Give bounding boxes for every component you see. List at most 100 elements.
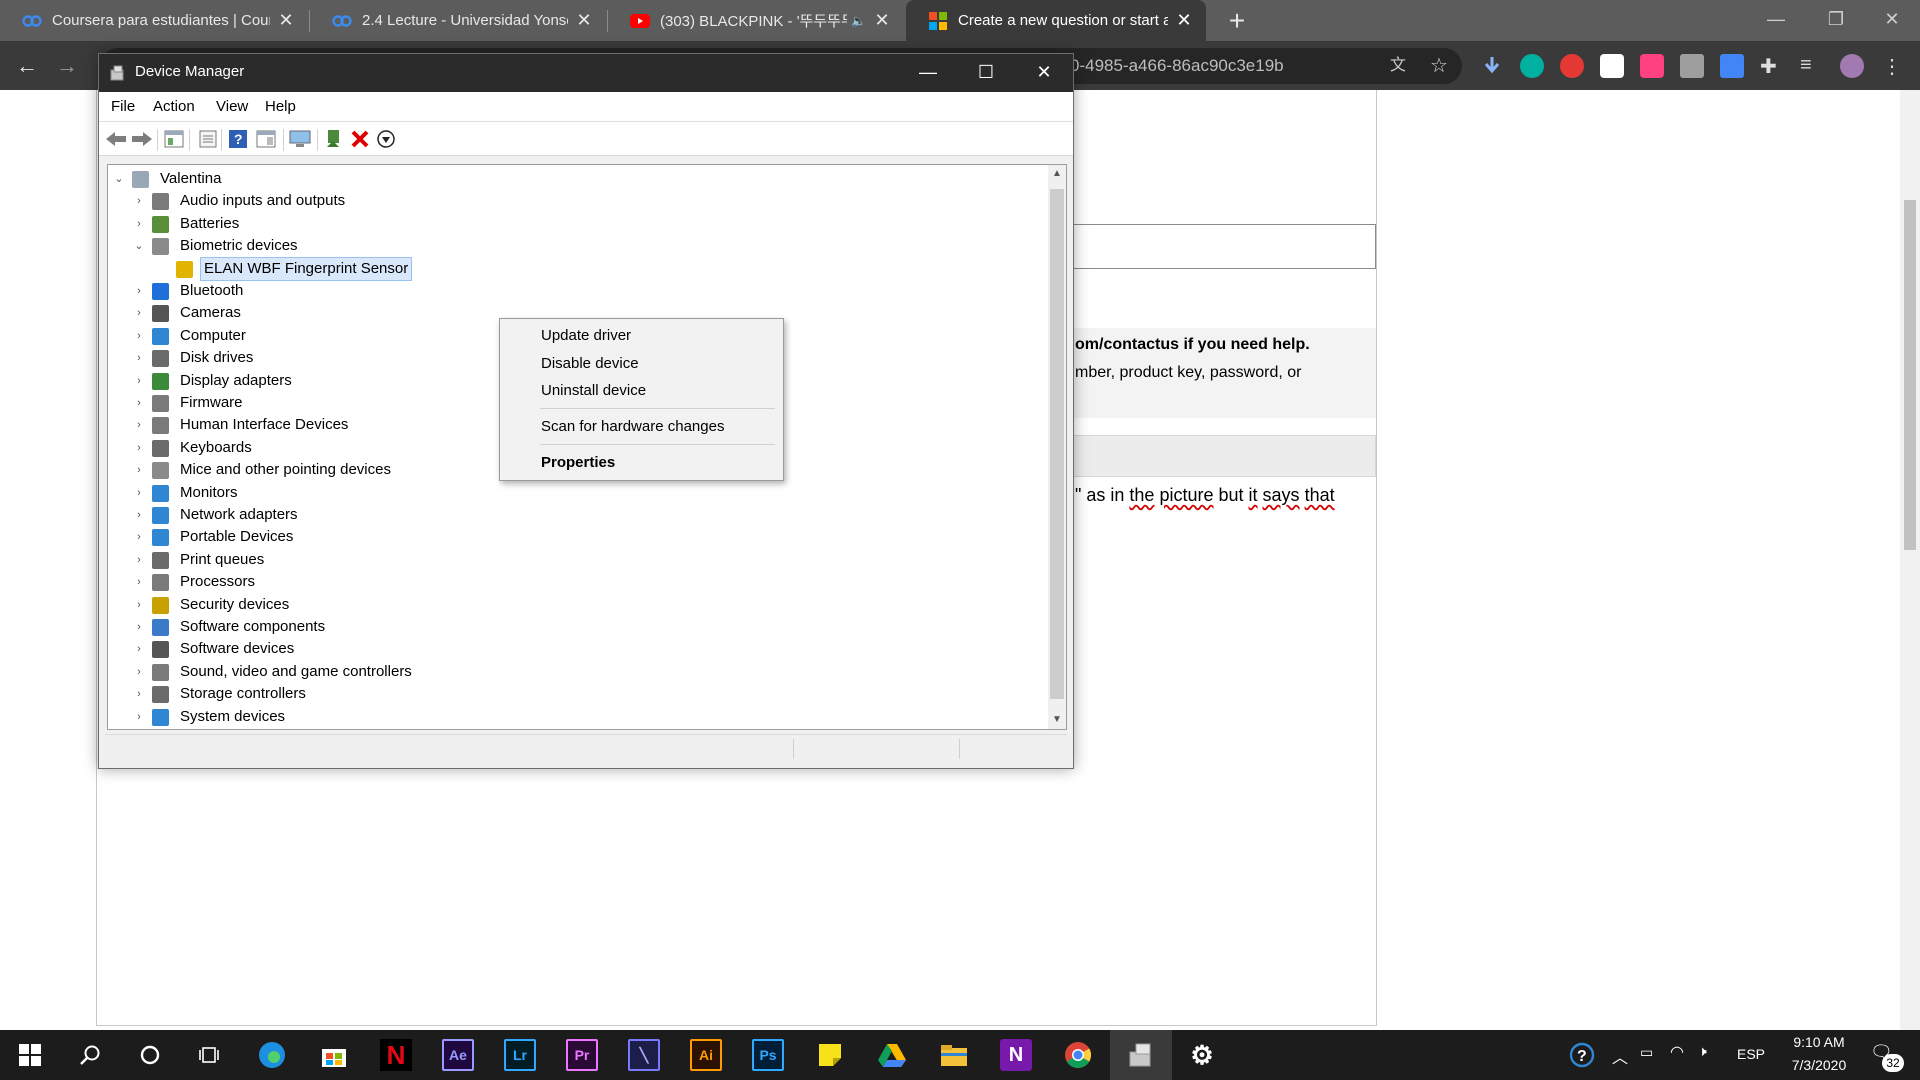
expand-chevron-icon[interactable]: ›	[132, 213, 146, 235]
expand-chevron-icon[interactable]: ›	[132, 549, 146, 571]
tree-scrollbar-thumb[interactable]	[1050, 189, 1064, 699]
chrome-icon[interactable]	[1062, 1039, 1094, 1071]
google-translate-icon[interactable]	[1720, 54, 1744, 78]
edge-icon[interactable]	[256, 1039, 288, 1071]
adblock-icon[interactable]	[1560, 54, 1584, 78]
menu-uninstall-device[interactable]: Uninstall device	[500, 378, 783, 404]
translate-icon[interactable]: 文	[1390, 48, 1406, 84]
expand-chevron-icon[interactable]: ›	[132, 302, 146, 324]
collapse-chevron-icon[interactable]: ⌄	[132, 235, 146, 257]
expand-chevron-icon[interactable]: ›	[132, 526, 146, 548]
browser-tab-1[interactable]: Coursera para estudiantes | Cour ✕	[0, 0, 308, 41]
bookmark-star-icon[interactable]: ☆	[1430, 48, 1448, 84]
scroll-down-icon[interactable]: ▼	[1048, 711, 1066, 729]
extensions-puzzle-icon[interactable]: ✚	[1760, 54, 1784, 78]
expand-chevron-icon[interactable]: ›	[132, 437, 146, 459]
expand-chevron-icon[interactable]: ›	[132, 661, 146, 683]
tree-category[interactable]: › Processors	[108, 571, 1048, 593]
back-button[interactable]: ←	[10, 49, 44, 83]
drive-extension-icon[interactable]	[1680, 54, 1704, 78]
extension-m-icon[interactable]	[1520, 54, 1544, 78]
show-hide-tree-icon[interactable]	[163, 128, 185, 150]
expand-chevron-icon[interactable]: ›	[132, 706, 146, 728]
tree-category[interactable]: › Software components	[108, 616, 1048, 638]
menu-scan-hardware[interactable]: Scan for hardware changes	[500, 414, 783, 440]
expand-chevron-icon[interactable]: ›	[132, 482, 146, 504]
browser-tab-3[interactable]: (303) BLACKPINK - '뚜두뚜두 🔈 ✕	[608, 0, 904, 41]
battery-tray-icon[interactable]: ▭	[1640, 1044, 1653, 1061]
tree-category[interactable]: › Security devices	[108, 594, 1048, 616]
expand-chevron-icon[interactable]: ›	[132, 638, 146, 660]
illustrator-icon[interactable]: Ai	[690, 1039, 722, 1071]
browser-minimize-button[interactable]: —	[1746, 0, 1806, 41]
menu-disable-device[interactable]: Disable device	[500, 351, 783, 377]
menu-help[interactable]: Help	[265, 98, 296, 115]
expand-chevron-icon[interactable]: ›	[132, 280, 146, 302]
device-manager-icon[interactable]	[1125, 1039, 1157, 1071]
forward-arrow-icon[interactable]	[131, 128, 153, 150]
expand-chevron-icon[interactable]: ›	[132, 616, 146, 638]
tree-category[interactable]: › Batteries	[108, 213, 1048, 235]
task-view-icon[interactable]	[194, 1039, 226, 1071]
expand-chevron-icon[interactable]: ›	[132, 571, 146, 593]
expand-chevron-icon[interactable]: ›	[132, 459, 146, 481]
expand-chevron-icon[interactable]: ›	[132, 347, 146, 369]
drive-icon[interactable]	[876, 1039, 908, 1071]
tree-device-item[interactable]: ELAN WBF Fingerprint Sensor	[108, 256, 1048, 281]
scan-hardware-icon[interactable]	[289, 128, 311, 150]
tab-close-icon[interactable]: ✕	[276, 10, 296, 31]
vs-icon[interactable]: ╲	[628, 1039, 660, 1071]
tab-close-icon[interactable]: ✕	[574, 10, 594, 31]
media-queue-icon[interactable]: ≡	[1800, 54, 1824, 78]
collapse-chevron-icon[interactable]: ⌄	[112, 168, 126, 190]
tree-category[interactable]: › Software devices	[108, 638, 1048, 660]
expand-chevron-icon[interactable]: ›	[132, 190, 146, 212]
tab-close-icon[interactable]: ✕	[1174, 10, 1194, 31]
clock-time[interactable]: 9:10 AM	[1784, 1034, 1854, 1050]
clock-date[interactable]: 7/3/2020	[1784, 1057, 1854, 1073]
browser-close-button[interactable]: ✕	[1862, 0, 1920, 41]
page-scrollbar-thumb[interactable]	[1904, 200, 1916, 550]
chrome-menu-icon[interactable]: ⋮	[1882, 54, 1906, 78]
tree-category[interactable]: › Sound, video and game controllers	[108, 661, 1048, 683]
tree-category[interactable]: › Storage controllers	[108, 683, 1048, 705]
tree-category[interactable]: › Audio inputs and outputs	[108, 190, 1048, 212]
settings-icon[interactable]: ⚙	[1186, 1039, 1218, 1071]
photoshop-icon[interactable]: Ps	[752, 1039, 784, 1071]
question-title-input[interactable]	[1070, 224, 1376, 269]
menu-view[interactable]: View	[216, 98, 248, 115]
after-effects-icon[interactable]: Ae	[442, 1039, 474, 1071]
search-icon[interactable]	[74, 1039, 106, 1071]
disable-device-icon[interactable]	[375, 128, 397, 150]
expand-chevron-icon[interactable]: ›	[132, 370, 146, 392]
tree-category[interactable]: › Portable Devices	[108, 526, 1048, 548]
tree-root[interactable]: ⌄ Valentina	[108, 168, 1048, 190]
browser-tab-4[interactable]: Create a new question or start a ✕	[906, 0, 1206, 41]
extension-w-icon[interactable]	[1640, 54, 1664, 78]
profile-avatar[interactable]	[1840, 54, 1864, 78]
tree-category[interactable]: › Print queues	[108, 549, 1048, 571]
expand-chevron-icon[interactable]: ›	[132, 392, 146, 414]
menu-update-driver[interactable]: Update driver	[500, 323, 783, 349]
tray-chevron-icon[interactable]: ︿	[1612, 1044, 1628, 1068]
close-button[interactable]: ✕	[1015, 54, 1073, 92]
browser-tab-2[interactable]: 2.4 Lecture - Universidad Yonsei | ✕	[310, 0, 606, 41]
menu-file[interactable]: File	[111, 98, 135, 115]
volume-icon[interactable]: 🕨	[1698, 1043, 1707, 1060]
file-explorer-icon[interactable]	[938, 1039, 970, 1071]
tree-category[interactable]: › Monitors	[108, 482, 1048, 504]
page-scrollbar[interactable]	[1900, 90, 1920, 1030]
start-windows-icon[interactable]	[14, 1039, 46, 1071]
wifi-icon[interactable]: ◠	[1670, 1042, 1684, 1062]
new-tab-button[interactable]: +	[1220, 4, 1254, 38]
onenote-icon[interactable]: N	[1000, 1039, 1032, 1071]
cortana-icon[interactable]	[134, 1039, 166, 1071]
tree-category[interactable]: › System devices	[108, 706, 1048, 728]
question-body-text[interactable]: " as in the picture but it says that	[1075, 485, 1335, 506]
maximize-button[interactable]: ☐	[957, 54, 1015, 92]
help-icon[interactable]: ?	[227, 128, 249, 150]
view-pane-icon[interactable]	[255, 128, 277, 150]
forward-button[interactable]: →	[50, 49, 84, 83]
netflix-icon[interactable]: N	[380, 1039, 412, 1071]
shield-extension-icon[interactable]	[1600, 54, 1624, 78]
